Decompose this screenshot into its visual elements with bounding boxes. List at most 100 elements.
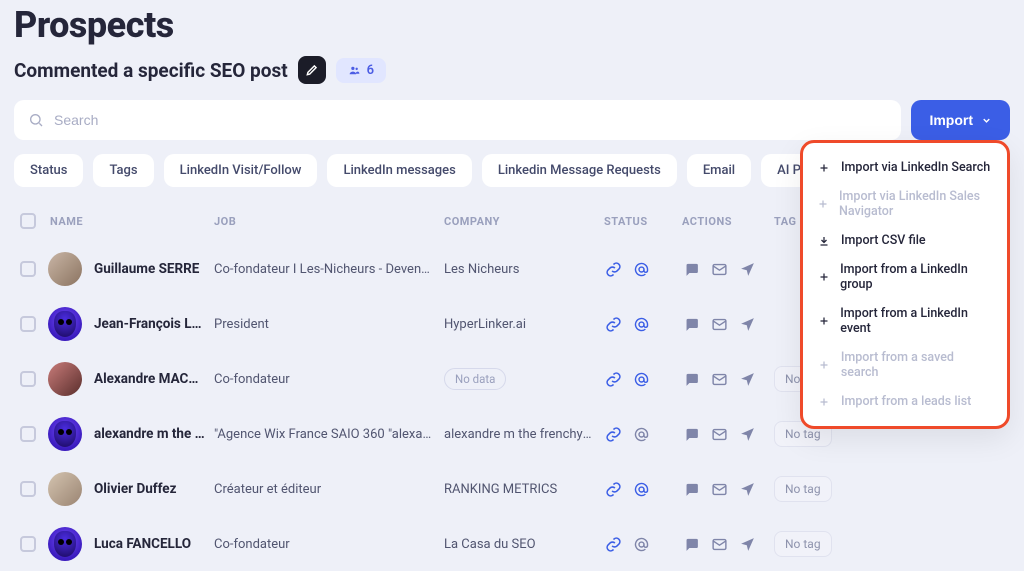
users-icon bbox=[348, 64, 361, 77]
at-icon[interactable] bbox=[632, 370, 650, 388]
name-cell[interactable]: Luca FANCELLO bbox=[94, 536, 214, 552]
filter-chip[interactable]: Linkedin Message Requests bbox=[482, 154, 677, 187]
status-cell bbox=[604, 370, 682, 388]
actions-cell bbox=[682, 260, 774, 278]
at-icon[interactable] bbox=[632, 535, 650, 553]
name-cell[interactable]: Olivier Duffez bbox=[94, 481, 214, 497]
import-button-label: Import bbox=[929, 112, 973, 128]
company-cell: La Casa du SEO bbox=[444, 537, 604, 552]
name-cell[interactable]: Alexandre MACH… bbox=[94, 371, 214, 387]
status-cell bbox=[604, 425, 682, 443]
row-checkbox[interactable] bbox=[20, 261, 36, 277]
mail-icon[interactable] bbox=[710, 315, 728, 333]
avatar[interactable] bbox=[48, 362, 82, 396]
mail-icon[interactable] bbox=[710, 480, 728, 498]
filter-chip[interactable]: Tags bbox=[93, 154, 153, 187]
import-menu-item[interactable]: Import from a LinkedIn event bbox=[803, 299, 1007, 343]
name-cell[interactable]: Guillaume SERRE bbox=[94, 261, 214, 277]
send-icon[interactable] bbox=[738, 370, 756, 388]
edit-list-button[interactable] bbox=[298, 56, 326, 84]
send-icon[interactable] bbox=[738, 535, 756, 553]
name-cell[interactable]: Jean-François Lo… bbox=[94, 316, 214, 332]
link-icon[interactable] bbox=[604, 425, 622, 443]
message-icon[interactable] bbox=[682, 425, 700, 443]
avatar[interactable] bbox=[48, 252, 82, 286]
search-icon bbox=[28, 112, 44, 128]
import-menu-label: Import from a LinkedIn group bbox=[840, 262, 993, 292]
no-tag-pill[interactable]: No tag bbox=[774, 476, 832, 502]
plus-icon bbox=[817, 270, 830, 284]
import-menu-item: Import from a leads list bbox=[803, 387, 1007, 416]
select-all-checkbox[interactable] bbox=[20, 213, 36, 229]
send-icon[interactable] bbox=[738, 425, 756, 443]
col-company: COMPANY bbox=[444, 215, 604, 228]
message-icon[interactable] bbox=[682, 260, 700, 278]
at-icon[interactable] bbox=[632, 425, 650, 443]
company-cell: Les Nicheurs bbox=[444, 262, 604, 277]
job-cell: President bbox=[214, 317, 444, 332]
member-count: 6 bbox=[367, 63, 374, 78]
plus-icon bbox=[817, 358, 831, 372]
send-icon[interactable] bbox=[738, 315, 756, 333]
filter-chip[interactable]: Status bbox=[14, 154, 83, 187]
import-menu-item[interactable]: Import via LinkedIn Search bbox=[803, 153, 1007, 182]
subheader: Commented a specific SEO post 6 bbox=[14, 56, 1010, 84]
mail-icon[interactable] bbox=[710, 425, 728, 443]
row-checkbox[interactable] bbox=[20, 536, 36, 552]
member-count-pill[interactable]: 6 bbox=[336, 58, 386, 83]
link-icon[interactable] bbox=[604, 535, 622, 553]
send-icon[interactable] bbox=[738, 480, 756, 498]
filter-chip[interactable]: LinkedIn messages bbox=[327, 154, 471, 187]
import-button[interactable]: Import bbox=[911, 100, 1010, 140]
import-menu-label: Import from a leads list bbox=[841, 394, 971, 409]
at-icon[interactable] bbox=[632, 260, 650, 278]
at-icon[interactable] bbox=[632, 480, 650, 498]
avatar[interactable] bbox=[48, 472, 82, 506]
status-cell bbox=[604, 480, 682, 498]
search-input[interactable] bbox=[54, 112, 887, 128]
message-icon[interactable] bbox=[682, 370, 700, 388]
name-cell[interactable]: alexandre m the fr… bbox=[94, 426, 214, 442]
chevron-down-icon bbox=[981, 115, 992, 126]
company-cell: No data bbox=[444, 368, 604, 390]
job-cell: Co-fondateur bbox=[214, 372, 444, 387]
avatar[interactable] bbox=[48, 307, 82, 341]
mail-icon[interactable] bbox=[710, 260, 728, 278]
plus-icon bbox=[817, 161, 831, 175]
import-menu-item: Import from a saved search bbox=[803, 343, 1007, 387]
avatar[interactable] bbox=[48, 527, 82, 561]
message-icon[interactable] bbox=[682, 480, 700, 498]
send-icon[interactable] bbox=[738, 260, 756, 278]
plus-icon bbox=[817, 197, 829, 211]
job-cell: Co-fondateur I Les-Nicheurs - Devenez la… bbox=[214, 262, 444, 277]
row-checkbox[interactable] bbox=[20, 316, 36, 332]
row-checkbox[interactable] bbox=[20, 426, 36, 442]
import-menu-item[interactable]: Import from a LinkedIn group bbox=[803, 255, 1007, 299]
link-icon[interactable] bbox=[604, 370, 622, 388]
no-tag-pill[interactable]: No tag bbox=[774, 531, 832, 557]
at-icon[interactable] bbox=[632, 315, 650, 333]
link-icon[interactable] bbox=[604, 315, 622, 333]
import-menu-item[interactable]: Import CSV file bbox=[803, 226, 1007, 255]
company-cell: RANKING METRICS bbox=[444, 482, 604, 497]
message-icon[interactable] bbox=[682, 535, 700, 553]
no-data-badge: No data bbox=[444, 368, 506, 390]
link-icon[interactable] bbox=[604, 260, 622, 278]
list-title: Commented a specific SEO post bbox=[14, 59, 288, 82]
filter-chip[interactable]: Email bbox=[687, 154, 751, 187]
link-icon[interactable] bbox=[604, 480, 622, 498]
col-name: NAME bbox=[48, 215, 214, 228]
row-checkbox[interactable] bbox=[20, 371, 36, 387]
message-icon[interactable] bbox=[682, 315, 700, 333]
row-checkbox[interactable] bbox=[20, 481, 36, 497]
mail-icon[interactable] bbox=[710, 535, 728, 553]
filter-chip[interactable]: LinkedIn Visit/Follow bbox=[164, 154, 318, 187]
import-menu-label: Import from a saved search bbox=[841, 350, 993, 380]
actions-cell bbox=[682, 480, 774, 498]
avatar[interactable] bbox=[48, 417, 82, 451]
job-cell: Co-fondateur bbox=[214, 537, 444, 552]
search-box[interactable] bbox=[14, 100, 901, 140]
tags-cell: No tag bbox=[774, 476, 864, 502]
plus-icon bbox=[817, 395, 831, 409]
mail-icon[interactable] bbox=[710, 370, 728, 388]
